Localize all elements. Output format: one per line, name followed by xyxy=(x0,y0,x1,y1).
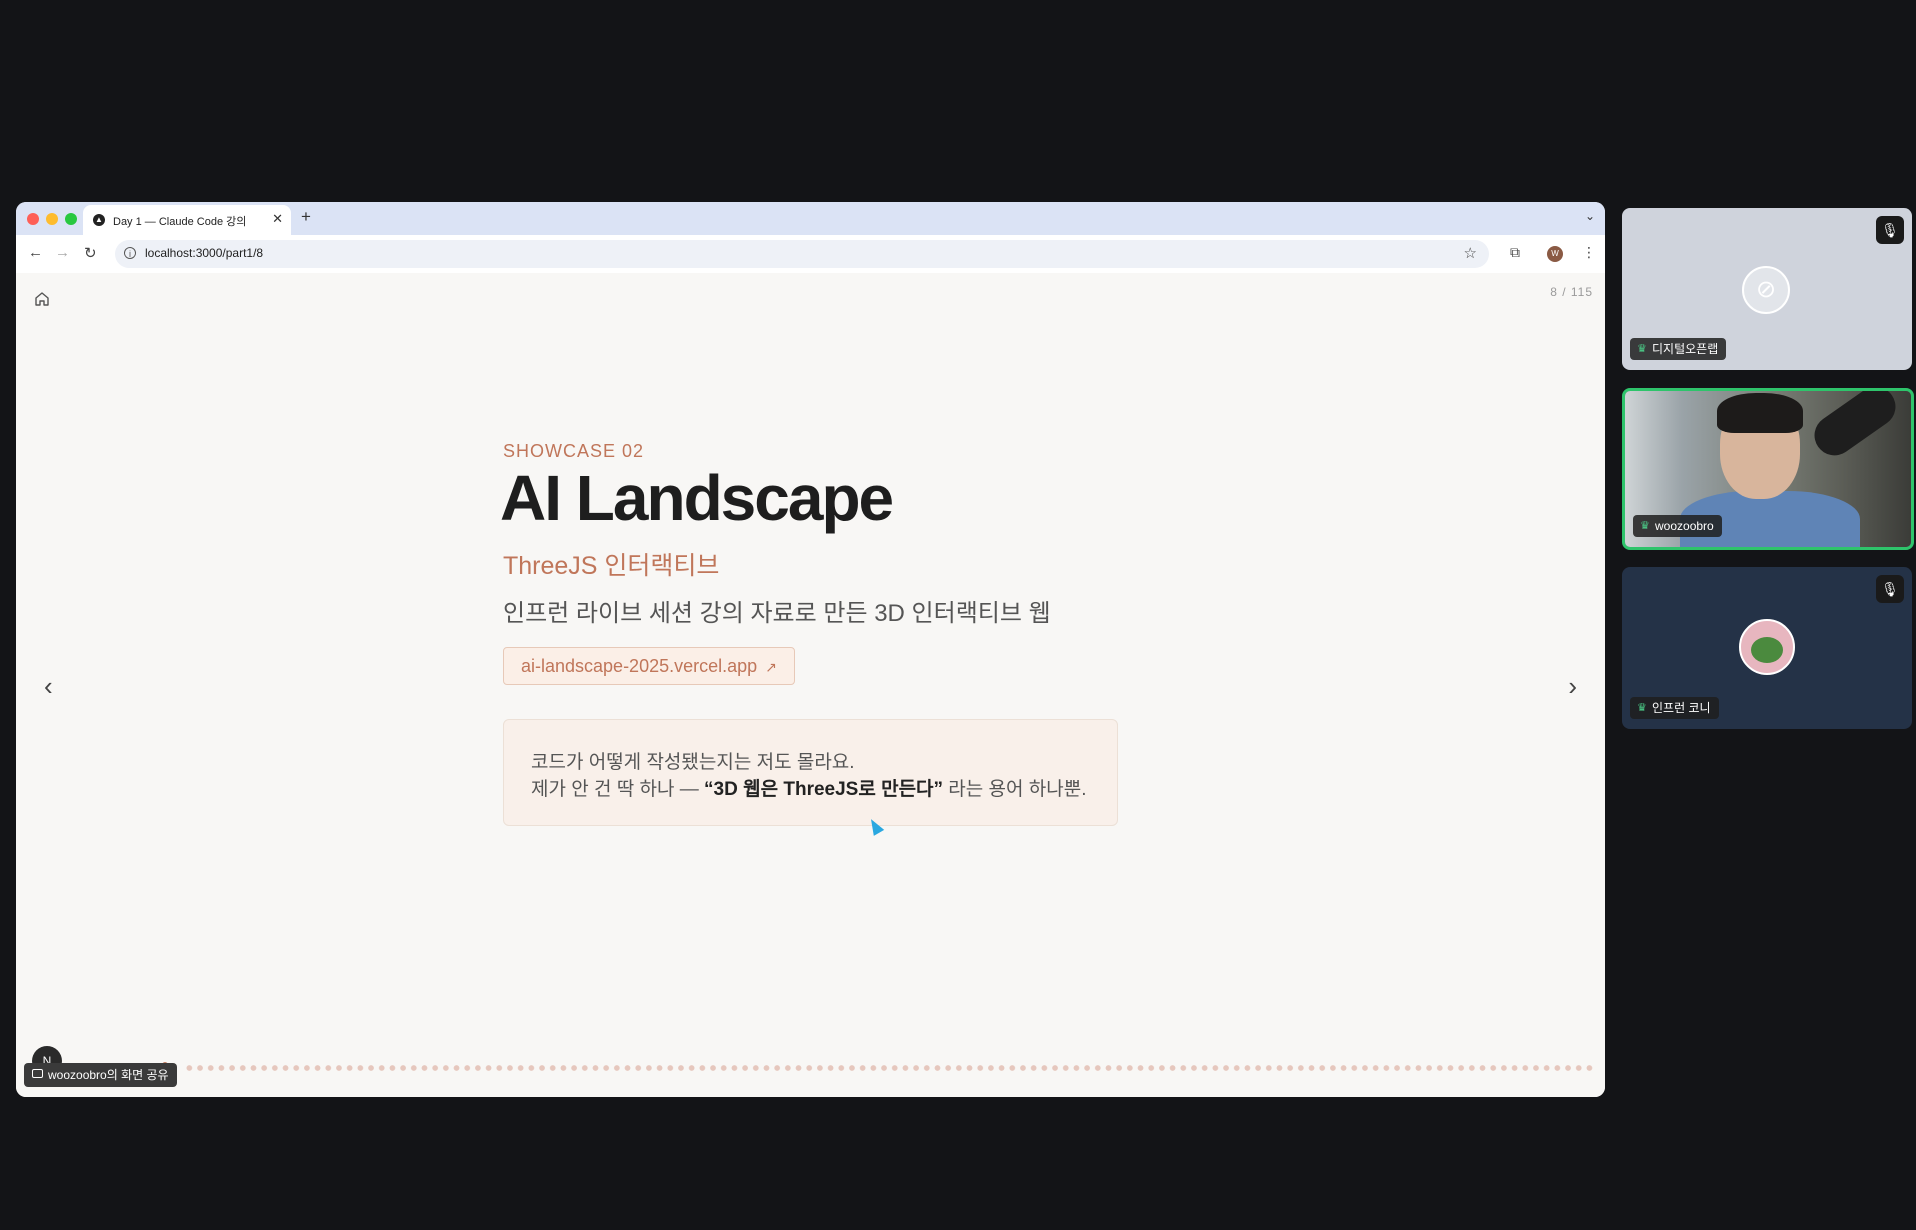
url-text[interactable]: localhost:3000/part1/8 xyxy=(145,246,263,260)
crown-icon: ♛ xyxy=(1640,520,1650,532)
favicon-icon: ▲ xyxy=(93,214,105,226)
slide-kicker: SHOWCASE 02 xyxy=(503,441,645,461)
mic-muted-icon: 🎙 xyxy=(1876,216,1904,244)
close-window-button[interactable] xyxy=(27,213,39,225)
slide-title: AI Landscape xyxy=(500,462,894,534)
new-tab-icon[interactable]: + xyxy=(301,207,311,227)
avatar-character xyxy=(1751,637,1783,663)
browser-menu-icon[interactable]: ⋮ xyxy=(1582,244,1596,261)
quote-line-2: 제가 안 건 딱 하나 — “3D 웹은 ThreeJS로 만든다” 라는 용어… xyxy=(531,774,1087,801)
forward-arrow-icon[interactable]: → xyxy=(55,244,70,261)
screen-share-label: woozoobro의 화면 공유 xyxy=(48,1068,169,1082)
mic-muted-icon: 🎙 xyxy=(1876,575,1904,603)
participant-name-tag: ♛ 인프런 코니 xyxy=(1630,697,1719,719)
showcase-link-text[interactable]: ai-landscape-2025.vercel.app xyxy=(521,656,757,676)
shared-browser-window: ▲ Day 1 — Claude Code 강의 ✕ + ⌄ ← → ↻ i l… xyxy=(16,202,1605,1097)
site-info-icon[interactable]: i xyxy=(124,247,136,259)
prev-slide-chevron-icon[interactable]: ‹ xyxy=(44,671,53,702)
quote-line-2-prefix: 제가 안 건 딱 하나 — xyxy=(531,779,705,800)
showcase-link[interactable]: ai-landscape-2025.vercel.app ↗ xyxy=(503,647,795,685)
maximize-window-button[interactable] xyxy=(65,213,77,225)
bookmark-star-icon[interactable]: ☆ xyxy=(1464,244,1477,262)
crown-icon: ♛ xyxy=(1637,343,1647,355)
participant-tile-2[interactable]: ♛ woozoobro xyxy=(1622,388,1914,550)
slide-progress-dots[interactable] xyxy=(184,1063,1594,1073)
minimize-window-button[interactable] xyxy=(46,213,58,225)
browser-tab[interactable]: ▲ Day 1 — Claude Code 강의 ✕ xyxy=(83,205,291,235)
participant-tile-1[interactable]: 🎙 ⊘ ♛ 디지털오픈랩 xyxy=(1622,208,1912,370)
participant-name: 인프런 코니 xyxy=(1652,701,1711,715)
quote-box: 코드가 어떻게 작성됐는지는 저도 몰라요. 제가 안 건 딱 하나 — “3D… xyxy=(503,719,1118,826)
quote-line-2-suffix: 라는 용어 하나뿐. xyxy=(943,779,1087,800)
avatar xyxy=(1739,619,1795,675)
next-slide-chevron-icon[interactable]: › xyxy=(1568,671,1577,702)
participant-name: woozoobro xyxy=(1655,519,1714,533)
slide-counter: 8 / 115 xyxy=(1550,285,1593,299)
reload-icon[interactable]: ↻ xyxy=(84,244,97,262)
participant-tile-3[interactable]: 🎙 ♛ 인프런 코니 xyxy=(1622,567,1912,729)
slide-page: 8 / 115 ‹ › SHOWCASE 02 AI Landscape Thr… xyxy=(16,273,1605,1097)
tab-bar: ▲ Day 1 — Claude Code 강의 ✕ + ⌄ xyxy=(16,202,1605,235)
camera-off-icon: ⊘ xyxy=(1742,266,1790,314)
participant-name: 디지털오픈랩 xyxy=(1652,342,1719,356)
browser-toolbar: ← → ↻ i localhost:3000/part1/8 ☆ ⧉ W ⋮ xyxy=(16,235,1605,274)
screen-share-icon xyxy=(32,1069,43,1078)
address-bar[interactable]: i localhost:3000/part1/8 ☆ xyxy=(115,240,1489,268)
extensions-icon[interactable]: ⧉ xyxy=(1510,244,1520,261)
participant-name-tag: ♛ woozoobro xyxy=(1633,515,1722,537)
back-arrow-icon[interactable]: ← xyxy=(28,244,43,261)
tab-search-chevron-icon[interactable]: ⌄ xyxy=(1585,209,1595,223)
screen-share-badge: woozoobro의 화면 공유 xyxy=(24,1063,177,1087)
quote-line-1: 코드가 어떻게 작성됐는지는 저도 몰라요. xyxy=(531,752,855,773)
tab-title: Day 1 — Claude Code 강의 xyxy=(113,216,247,228)
home-icon[interactable] xyxy=(34,291,50,307)
profile-avatar[interactable]: W xyxy=(1547,246,1563,262)
quote-highlight: “3D 웹은 ThreeJS로 만든다” xyxy=(704,779,944,800)
slide-description: 인프런 라이브 세션 강의 자료로 만든 3D 인터랙티브 웹 xyxy=(503,600,1051,627)
external-link-icon: ↗ xyxy=(765,659,777,675)
crown-icon: ♛ xyxy=(1637,702,1647,714)
participant-name-tag: ♛ 디지털오픈랩 xyxy=(1630,338,1727,360)
video-person-hair xyxy=(1717,393,1803,433)
close-tab-icon[interactable]: ✕ xyxy=(272,211,283,227)
slide-subtitle: ThreeJS 인터랙티브 xyxy=(503,552,720,580)
